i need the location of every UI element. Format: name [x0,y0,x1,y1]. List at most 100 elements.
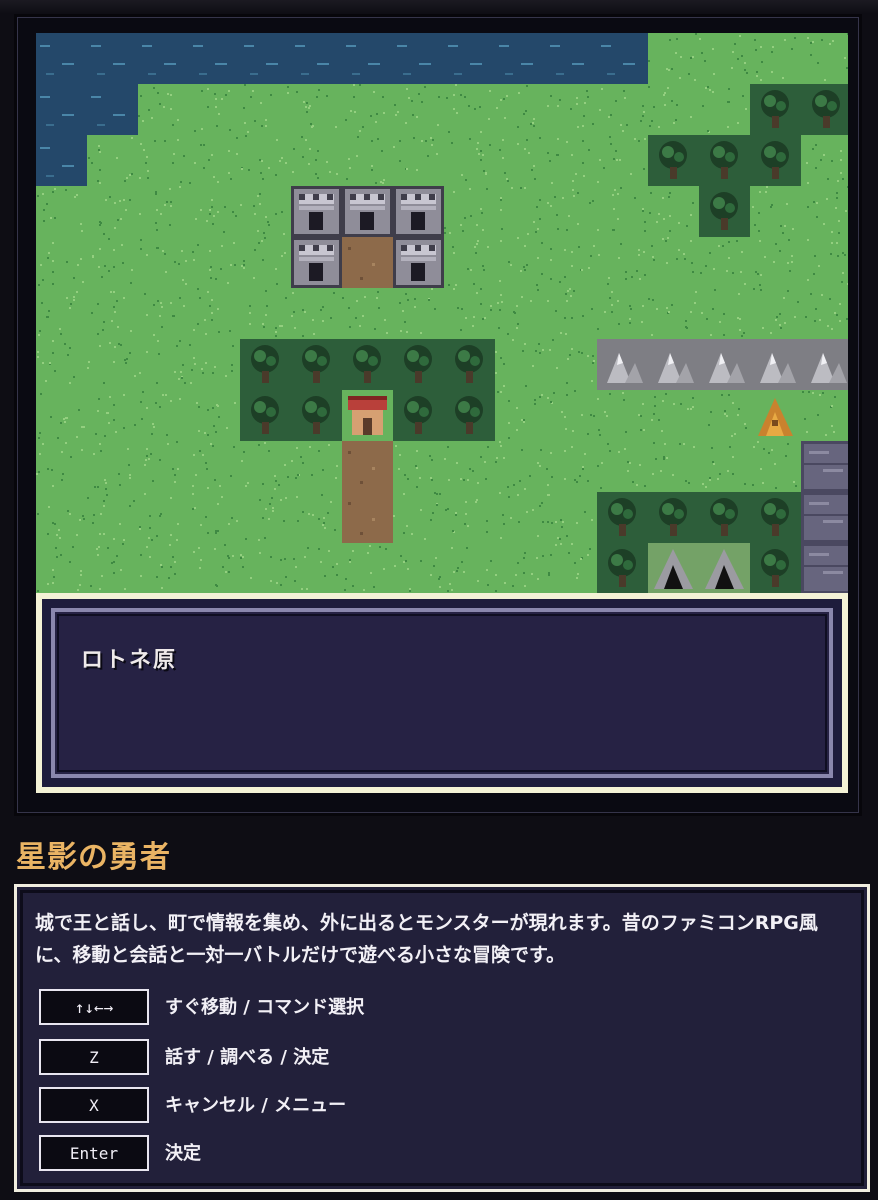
castle-tile [291,186,342,237]
grass-tile [597,135,648,186]
grass-tile [36,441,87,492]
grass-tile [393,543,444,593]
grass-tile [291,441,342,492]
grass-tile [495,186,546,237]
grass-tile [189,135,240,186]
dialog-window: ロトネ原 [36,593,848,793]
arrow-keys-action: すぐ移動 / コマンド選択 [165,997,365,1018]
grass-tile [801,33,848,84]
water-tile [495,33,546,84]
grass-tile [36,186,87,237]
grass-tile [444,237,495,288]
water-tile [240,33,291,84]
grass-tile [36,237,87,288]
location-name: ロトネ原 [81,648,178,673]
grass-tile [87,288,138,339]
grass-tile [189,543,240,593]
grass-tile [597,84,648,135]
grass-tile [138,237,189,288]
arrow-keys-badge: ↑↓←→ [39,989,149,1025]
grass-tile [138,492,189,543]
grass-tile [495,390,546,441]
grass-tile [138,390,189,441]
top-band [0,0,878,14]
grass-tile [801,135,848,186]
grass-tile [750,441,801,492]
rock-mountain-tile [597,339,648,390]
tree-tile [699,492,750,543]
grass-tile [87,186,138,237]
grass-tile [648,237,699,288]
rock-mountain-tile [699,339,750,390]
grass-tile [138,288,189,339]
grass-tile [801,288,848,339]
water-tile [546,33,597,84]
rock-mountain-tile [801,339,848,390]
grass-tile [546,288,597,339]
tree-tile [597,492,648,543]
grass-tile [699,288,750,339]
path-tile [342,492,393,543]
grass-tile [87,390,138,441]
tree-tile [291,390,342,441]
grass-tile [393,84,444,135]
path-tile [342,237,393,288]
tree-tile [750,84,801,135]
grass-tile [546,186,597,237]
path-tile [342,441,393,492]
grass-tile [36,288,87,339]
game-title: 星影の勇者 [16,840,171,875]
grass-tile [393,492,444,543]
grass-tile [240,135,291,186]
campfire-tile [750,390,801,441]
castle-tile [393,237,444,288]
grass-tile [291,492,342,543]
stone-wall-tile [801,492,848,543]
tree-tile [240,390,291,441]
grass-tile [36,390,87,441]
enter-key-action: 決定 [165,1143,201,1164]
grass-tile [240,543,291,593]
tree-tile [393,339,444,390]
enter-key-badge: Enter [39,1135,149,1171]
rock-mountain-tile [750,339,801,390]
grass-tile [444,288,495,339]
grass-tile [138,543,189,593]
water-tile [342,33,393,84]
grass-tile [750,186,801,237]
stone-wall-tile [801,441,848,492]
grass-tile [189,441,240,492]
grass-tile [801,237,848,288]
tree-tile [648,135,699,186]
tree-tile [750,492,801,543]
grass-tile [291,543,342,593]
x-key-badge: X [39,1087,149,1123]
water-tile [444,33,495,84]
cave-tile [648,543,699,593]
grass-tile [240,237,291,288]
tree-tile [291,339,342,390]
grass-tile [546,492,597,543]
grass-tile [750,237,801,288]
world-map[interactable] [36,33,848,593]
rock-mountain-tile [648,339,699,390]
grass-tile [495,84,546,135]
castle-tile [291,237,342,288]
tree-tile [597,543,648,593]
grass-tile [240,492,291,543]
grass-tile [393,288,444,339]
tree-tile [444,390,495,441]
z-key-badge: Z [39,1039,149,1075]
grass-tile [291,135,342,186]
tree-tile [648,492,699,543]
grass-tile [597,288,648,339]
tree-tile [750,135,801,186]
grass-tile [444,441,495,492]
village-house-tile [342,390,393,441]
grass-tile [342,84,393,135]
grass-tile [648,33,699,84]
grass-tile [546,237,597,288]
grass-tile [699,441,750,492]
grass-tile [189,186,240,237]
tree-tile [699,186,750,237]
